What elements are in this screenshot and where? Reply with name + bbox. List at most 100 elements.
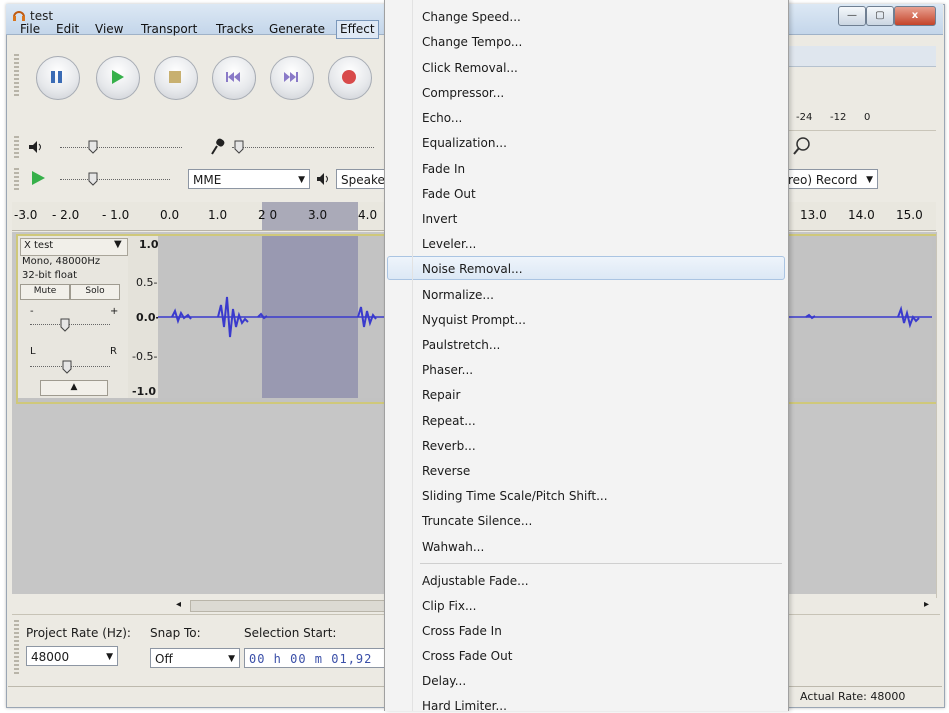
window-title: test xyxy=(30,9,54,23)
skip-end-button[interactable] xyxy=(270,56,314,100)
speaker-icon xyxy=(317,173,328,185)
play-speed-thumb[interactable] xyxy=(88,172,98,186)
menu-item-change-tempo[interactable]: Change Tempo... xyxy=(422,35,522,49)
menu-item-leveler[interactable]: Leveler... xyxy=(422,237,476,251)
output-volume-slider[interactable] xyxy=(60,147,182,149)
pan-left-label: L xyxy=(30,346,36,357)
menu-separator xyxy=(420,563,782,564)
output-slider-thumb[interactable] xyxy=(88,140,98,154)
menu-item-noise-removal[interactable]: Noise Removal... xyxy=(422,262,523,276)
mute-button[interactable]: Mute xyxy=(20,284,70,300)
menu-item-truncate-silence[interactable]: Truncate Silence... xyxy=(422,514,532,528)
menu-item-cross-fade-in[interactable]: Cross Fade In xyxy=(422,624,502,638)
menu-item-sliding-time-scale[interactable]: Sliding Time Scale/Pitch Shift... xyxy=(422,489,608,503)
menu-item-repair[interactable]: Repair xyxy=(422,388,460,402)
track-name: test xyxy=(34,240,54,251)
waveform-right xyxy=(786,305,932,329)
menu-item-adjustable-fade[interactable]: Adjustable Fade... xyxy=(422,574,529,588)
minimize-button[interactable]: — xyxy=(838,6,866,26)
menu-item-wahwah[interactable]: Wahwah... xyxy=(422,540,484,554)
menu-edit[interactable]: Edit xyxy=(56,22,79,36)
meter-label-12: -12 xyxy=(830,112,847,123)
menu-tracks[interactable]: Tracks xyxy=(216,22,254,36)
menu-item-reverse[interactable]: Reverse xyxy=(422,464,470,478)
menu-item-clip-fix[interactable]: Clip Fix... xyxy=(422,599,476,613)
scale-label: 1.0 xyxy=(139,238,159,251)
scale-label: 0.0- xyxy=(136,311,161,324)
menu-item-repeat[interactable]: Repeat... xyxy=(422,414,476,428)
toolbar-grip[interactable] xyxy=(14,54,19,98)
vertical-scrollbar[interactable] xyxy=(936,232,943,598)
close-button[interactable]: x xyxy=(894,6,936,26)
ruler-tick: - 1.0 xyxy=(102,208,130,222)
menu-item-equalization[interactable]: Equalization... xyxy=(422,136,507,150)
snap-to-select[interactable]: Off ▼ xyxy=(150,648,240,668)
menu-item-nyquist-prompt[interactable]: Nyquist Prompt... xyxy=(422,313,526,327)
menu-item-echo[interactable]: Echo... xyxy=(422,111,462,125)
menu-item-reverb[interactable]: Reverb... xyxy=(422,439,476,453)
menu-file[interactable]: File xyxy=(20,22,40,36)
scale-label: 0.5- xyxy=(136,276,158,289)
speaker-icon xyxy=(29,141,41,153)
menu-item-cross-fade-out[interactable]: Cross Fade Out xyxy=(422,649,512,663)
gain-slider[interactable] xyxy=(30,324,110,326)
pan-slider-thumb[interactable] xyxy=(62,360,72,374)
zoom-magnifier-icon[interactable] xyxy=(792,136,812,156)
selection-start-field[interactable]: 00 h 00 m 01,92 xyxy=(244,648,384,668)
scroll-left-icon[interactable]: ◂ xyxy=(176,599,181,610)
track-format: Mono, 48000Hz xyxy=(22,256,101,267)
selection-toolbar-grip[interactable] xyxy=(14,620,19,676)
device-grip[interactable] xyxy=(14,168,19,190)
ruler-tick: 3.0 xyxy=(308,208,328,222)
skip-to-end-icon xyxy=(284,72,298,82)
project-rate-select[interactable]: 48000 ▼ xyxy=(26,646,118,666)
maximize-button[interactable]: ▢ xyxy=(866,6,894,26)
gain-slider-thumb[interactable] xyxy=(60,318,70,332)
output-device-select[interactable]: Speake xyxy=(336,169,386,189)
record-button[interactable] xyxy=(328,56,372,100)
pause-button[interactable] xyxy=(36,56,80,100)
meter-label-24: -24 xyxy=(796,112,813,123)
menu-effect[interactable]: Effect xyxy=(336,20,379,39)
menu-item-fade-in[interactable]: Fade In xyxy=(422,162,465,176)
ruler-tick: 13.0 xyxy=(800,208,827,222)
menu-generate[interactable]: Generate xyxy=(269,22,325,36)
project-rate-label: Project Rate (Hz): xyxy=(26,626,131,640)
menu-item-compressor[interactable]: Compressor... xyxy=(422,86,504,100)
menu-item-fade-out[interactable]: Fade Out xyxy=(422,187,476,201)
menu-item-paulstretch[interactable]: Paulstretch... xyxy=(422,338,500,352)
chevron-down-icon: ▼ xyxy=(298,175,305,185)
menu-transport[interactable]: Transport xyxy=(141,22,197,36)
pause-icon xyxy=(51,71,62,83)
menu-item-phaser[interactable]: Phaser... xyxy=(422,363,473,377)
play-button[interactable] xyxy=(96,56,140,100)
input-slider-thumb[interactable] xyxy=(234,140,244,154)
scroll-thumb[interactable] xyxy=(190,600,386,612)
record-channels-value: reo) Record xyxy=(788,173,858,187)
host-select-value: MME xyxy=(193,173,222,187)
gain-plus-label: + xyxy=(110,306,119,317)
stop-button[interactable] xyxy=(154,56,198,100)
collapse-track-button[interactable]: ▲ xyxy=(40,380,108,396)
menu-item-click-removal[interactable]: Click Removal... xyxy=(422,61,518,75)
solo-button[interactable]: Solo xyxy=(70,284,120,300)
track-close-button[interactable]: X xyxy=(24,240,31,251)
host-select[interactable]: MME ▼ xyxy=(188,169,310,189)
play-speed-slider[interactable] xyxy=(60,179,170,181)
skip-start-button[interactable] xyxy=(212,56,256,100)
menu-item-normalize[interactable]: Normalize... xyxy=(422,288,494,302)
menu-item-change-speed[interactable]: Change Speed... xyxy=(422,10,521,24)
horizontal-scrollbar-right[interactable] xyxy=(786,598,936,612)
scroll-right-icon[interactable]: ▸ xyxy=(924,599,929,610)
play-at-speed-icon[interactable] xyxy=(30,170,46,186)
waveform xyxy=(158,296,384,338)
input-volume-slider[interactable] xyxy=(232,147,374,149)
menu-item-invert[interactable]: Invert xyxy=(422,212,457,226)
mixer-grip[interactable] xyxy=(14,136,19,158)
ruler-tick: 0.0 xyxy=(160,208,180,222)
snap-to-label: Snap To: xyxy=(150,626,201,640)
menu-view[interactable]: View xyxy=(95,22,123,36)
gain-minus-label: - xyxy=(30,306,34,317)
record-channels-select[interactable]: reo) Record ▼ xyxy=(786,169,878,189)
menu-item-delay[interactable]: Delay... xyxy=(422,674,466,688)
